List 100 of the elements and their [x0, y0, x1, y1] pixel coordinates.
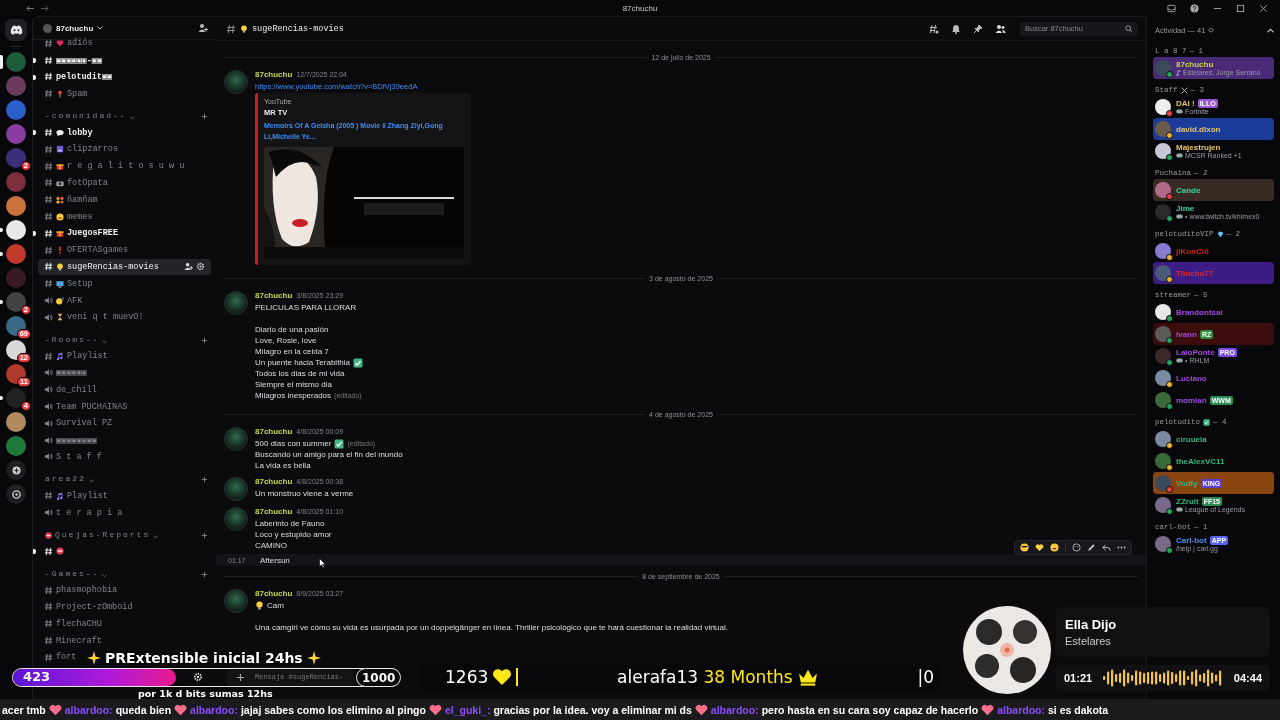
member-item[interactable]: Cande [1153, 179, 1274, 201]
plus-icon[interactable] [201, 476, 208, 484]
channel-item[interactable]: Team PUCHAINAS [38, 398, 134, 415]
channel-item[interactable]: OFERTASgames [38, 241, 135, 259]
author-name[interactable]: 87chuchu [255, 427, 293, 436]
channel-item[interactable]: fort [38, 648, 83, 666]
channel-item[interactable]: flechaCHU [38, 615, 108, 633]
channel-item[interactable]: lobby [38, 124, 99, 141]
no-entry-icon [45, 531, 52, 539]
add-server-button[interactable] [6, 460, 26, 480]
channel-item[interactable]: Survival PZ [38, 414, 119, 432]
help-icon[interactable] [1190, 3, 1199, 13]
channel-item[interactable]: JuegosFREE [38, 224, 124, 242]
forward-arrow-icon[interactable] [40, 4, 49, 12]
server-icon[interactable] [6, 412, 26, 432]
emoji-icon[interactable] [1020, 543, 1029, 552]
chat-username: albardoo: [190, 703, 238, 716]
server-icon[interactable] [6, 364, 26, 384]
plus-icon[interactable] [236, 672, 245, 682]
member-item[interactable]: Brandontsai [1153, 301, 1274, 323]
inbox-icon[interactable] [1167, 3, 1176, 13]
edit-icon[interactable] [1087, 543, 1096, 552]
channel-item[interactable]: adiós [38, 35, 99, 52]
member-item[interactable]: jIKonCio [1153, 240, 1274, 262]
author-name[interactable]: 87chuchu [255, 291, 293, 300]
channel-item[interactable]: Minecraft [38, 632, 108, 649]
chevron-up-icon[interactable] [1267, 27, 1274, 33]
pin-icon[interactable] [973, 23, 983, 34]
server-icon[interactable] [6, 340, 26, 360]
server-icon[interactable] [6, 316, 26, 336]
add-member-icon[interactable] [198, 23, 208, 33]
avatar[interactable] [224, 477, 248, 501]
heart-icon [48, 703, 62, 716]
category-label[interactable]: Quejas-Reports [55, 529, 151, 539]
channel-item[interactable]: ▣▣▣▣▣▣-▣▣ [38, 51, 109, 69]
channel-item[interactable]: Playlist [38, 487, 114, 505]
hash-icon [44, 245, 53, 255]
author-name[interactable]: 87chuchu [255, 70, 293, 79]
category-label[interactable]: -Games-- [45, 568, 100, 578]
server-icon[interactable] [6, 292, 26, 312]
channel-item[interactable]: ñamñam [38, 191, 104, 209]
reply-icon[interactable] [1102, 543, 1111, 552]
author-name[interactable]: 87chuchu [255, 477, 293, 486]
channel-item[interactable]: fotOpata [38, 174, 114, 192]
server-icon[interactable] [6, 220, 26, 240]
chevron-down-icon[interactable] [97, 26, 104, 30]
author-name[interactable]: 87chuchu [255, 507, 293, 516]
channel-item[interactable]: t e r a p i a [38, 504, 129, 521]
member-item[interactable]: ciruuela [1153, 428, 1274, 450]
music-notes-icon [56, 491, 64, 500]
member-item[interactable]: Luciano [1153, 367, 1274, 389]
channel-item[interactable]: veni q t muevO! [38, 308, 150, 326]
avatar[interactable] [224, 589, 248, 613]
category-label[interactable]: -comunidad-- [45, 111, 127, 121]
avatar[interactable] [224, 70, 248, 94]
add-reaction-icon[interactable] [1072, 543, 1081, 552]
bell-icon[interactable] [951, 23, 961, 34]
search-icon [1125, 24, 1133, 33]
maximize-icon[interactable] [1236, 3, 1245, 13]
channel-item[interactable]: sugeRencias-movies [38, 258, 211, 276]
member-item[interactable]: david.dixon [1153, 118, 1274, 140]
avatar[interactable] [224, 291, 248, 315]
channel-item[interactable]: memes [38, 208, 99, 225]
add-member-icon[interactable] [184, 262, 193, 272]
threads-icon[interactable] [929, 23, 939, 34]
channel-item[interactable]: AFK [38, 292, 89, 309]
member-name: Brandontsai [1176, 307, 1223, 317]
server-icon[interactable] [6, 148, 26, 168]
channel-item[interactable]: Setup [38, 275, 99, 293]
channel-item[interactable]: S t a f f [38, 448, 108, 466]
channel-item[interactable]: Project-zOmboid [38, 598, 139, 616]
plus-icon[interactable] [201, 113, 208, 121]
heart-icon[interactable] [1035, 543, 1044, 552]
member-name: jIKonCio [1176, 246, 1209, 256]
member-name: Carl-bot [1176, 536, 1207, 545]
channel-item[interactable]: Spam [38, 85, 94, 103]
server-name[interactable]: 87chuchu [56, 23, 94, 33]
close-icon[interactable] [1259, 3, 1268, 13]
channel-item[interactable]: de_chill [38, 381, 103, 399]
channel-item[interactable]: Playlist [38, 347, 114, 365]
avatar[interactable] [224, 507, 248, 531]
explore-button[interactable] [6, 484, 26, 504]
category-label[interactable]: area22 [45, 474, 86, 484]
members-icon[interactable] [995, 23, 1006, 34]
plus-icon[interactable] [201, 570, 208, 578]
avatar[interactable] [224, 427, 248, 451]
member-item[interactable]: theAlexVC11 [1153, 450, 1274, 472]
plus-icon[interactable] [201, 531, 208, 539]
channel-item[interactable]: phasmophobia [38, 581, 124, 599]
plus-icon[interactable] [201, 336, 208, 344]
back-arrow-icon[interactable] [26, 4, 35, 12]
channel-item[interactable]: clipzarros [38, 141, 124, 158]
app-logo[interactable] [5, 19, 27, 41]
channel-item[interactable]: ▣▣▣▣▣▣ [38, 364, 93, 382]
channel-item[interactable]: ▣▣▣▣▣▣▣▣ [38, 431, 103, 449]
author-name[interactable]: 87chuchu [255, 589, 293, 598]
channel-item[interactable]: r e g a l i t o s u w u [38, 157, 191, 175]
emoji-icon[interactable] [1050, 543, 1059, 552]
channel-item[interactable]: pelotudit▣▣ [38, 68, 119, 86]
category-label[interactable]: -Rooms-- [45, 334, 100, 344]
